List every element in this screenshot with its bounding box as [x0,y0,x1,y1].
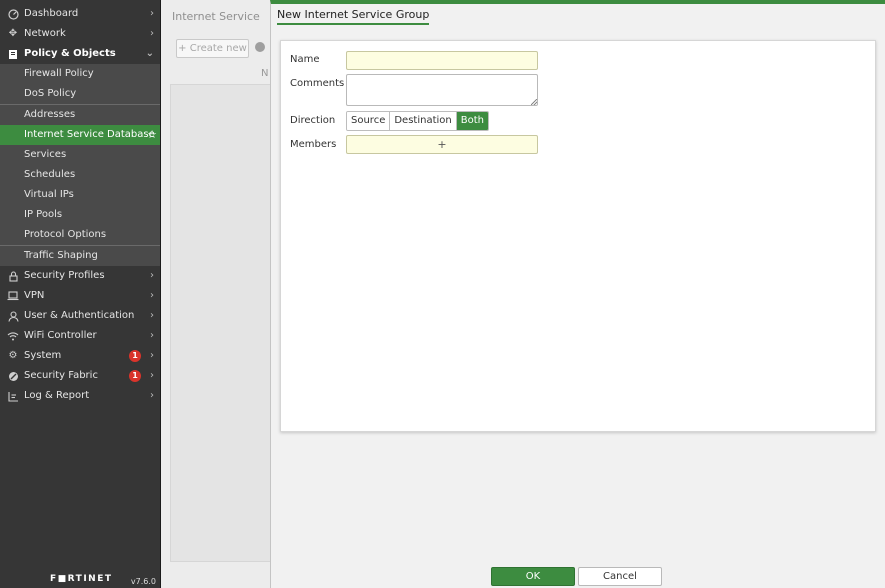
policy-icon [7,44,19,64]
chevron-right-icon: › [150,350,154,361]
tab-internet-service: Internet Service [172,10,260,23]
sidebar-item-label: Network [24,28,66,39]
members-label: Members [290,139,337,150]
chevron-right-icon: › [150,330,154,341]
sidebar-item-services[interactable]: Services [0,145,160,165]
wifi-icon [7,326,19,346]
sidebar-item-policy-objects[interactable]: Policy & Objects ⌄ [0,44,160,64]
chevron-right-icon: › [150,310,154,321]
sidebar-item-network[interactable]: ✥ Network › [0,24,160,44]
star-icon[interactable]: ☆ [147,125,157,145]
notification-badge: 1 [129,370,141,382]
sidebar-item-label: WiFi Controller [24,330,97,341]
sidebar-item-traffic-shaping[interactable]: Traffic Shaping [0,245,160,266]
gear-icon: ⚙ [8,350,18,361]
members-add-field[interactable]: + [346,135,538,154]
chevron-right-icon: › [150,370,154,381]
sidebar-item-label: Traffic Shaping [24,250,98,261]
direction-destination-button[interactable]: Destination [390,112,457,130]
sidebar-item-ip-pools[interactable]: IP Pools [0,205,160,225]
direction-label: Direction [290,115,336,126]
sidebar-item-label: DoS Policy [24,88,77,99]
sidebar-item-label: Security Fabric [24,370,98,381]
background-list-panel [170,84,273,562]
sidebar-item-label: Internet Service Database [24,129,155,140]
sidebar-item-label: Dashboard [24,8,79,19]
sidebar-item-label: Virtual IPs [24,189,74,200]
chevron-right-icon: › [150,270,154,281]
form-card: Name Comments Direction Source Destinati… [280,40,876,432]
sidebar-item-label: System [24,350,62,361]
sidebar-item-addresses[interactable]: Addresses [0,104,160,125]
direction-both-button[interactable]: Both [456,112,488,130]
name-field[interactable] [346,51,538,70]
fabric-icon [7,366,19,386]
network-icon: ✥ [8,28,18,39]
sidebar-item-label: Security Profiles [24,270,105,281]
sidebar-item-dashboard[interactable]: Dashboard › [0,4,160,24]
fortinet-logo: F■RTINET [50,574,113,584]
globe-icon [255,42,265,52]
chart-icon [7,386,19,406]
sidebar-item-label: Services [24,149,67,160]
direction-toggle: Source Destination Both [346,111,489,131]
sidebar-item-label: Log & Report [24,390,90,401]
sidebar-item-label: VPN [24,290,45,301]
column-header-fragment: N [261,68,269,79]
resize-grip-icon[interactable] [531,99,537,105]
version-label: v7.6.0 [130,577,156,586]
notification-badge: 1 [129,350,141,362]
sidebar-item-label: Protocol Options [24,229,107,240]
sidebar-item-label: Addresses [24,109,76,120]
laptop-icon [7,286,19,306]
chevron-right-icon: › [150,290,154,301]
direction-source-button[interactable]: Source [347,112,391,130]
cancel-button[interactable]: Cancel [578,567,662,586]
sidebar-item-label: Policy & Objects [24,48,116,59]
chevron-right-icon: › [150,28,154,39]
sidebar-item-label: IP Pools [24,209,63,220]
dashboard-icon [7,4,19,24]
comments-label: Comments [290,78,345,89]
sidebar-item-vpn[interactable]: VPN › [0,286,160,306]
sidebar-item-virtual-ips[interactable]: Virtual IPs [0,185,160,205]
comments-field[interactable] [346,74,538,106]
sidebar-footer: F■RTINET v7.6.0 [0,568,160,588]
create-new-button: + Create new [176,39,249,58]
user-icon [7,306,19,326]
sidebar-item-label: User & Authentication [24,310,135,321]
sidebar-item-security-profiles[interactable]: Security Profiles › [0,266,160,286]
lock-icon [7,266,19,286]
sidebar-item-label: Firewall Policy [24,68,94,79]
chevron-right-icon: › [150,8,154,19]
sidebar-item-dos-policy[interactable]: DoS Policy [0,84,160,104]
sidebar-nav: Dashboard › ✥ Network › Policy & Objects… [0,4,160,406]
sidebar-item-wifi-controller[interactable]: WiFi Controller › [0,326,160,346]
ok-button[interactable]: OK [491,567,575,586]
chevron-right-icon: › [150,390,154,401]
name-label: Name [290,54,320,65]
sidebar-item-log-report[interactable]: Log & Report › [0,386,160,406]
sidebar-item-protocol-options[interactable]: Protocol Options [0,225,160,245]
sidebar-item-internet-service-database[interactable]: Internet Service Database ☆ [0,125,160,145]
sidebar: Dashboard › ✥ Network › Policy & Objects… [0,0,161,588]
sidebar-item-label: Schedules [24,169,76,180]
sidebar-item-system[interactable]: ⚙ System 1 › [0,346,160,366]
dialog-title: New Internet Service Group [277,8,430,25]
sidebar-item-schedules[interactable]: Schedules [0,165,160,185]
sidebar-item-firewall-policy[interactable]: Firewall Policy [0,64,160,84]
new-internet-service-group-dialog: New Internet Service Group Name Comments… [270,0,885,588]
chevron-down-icon: ⌄ [145,48,154,59]
sidebar-item-user-authentication[interactable]: User & Authentication › [0,306,160,326]
sidebar-item-security-fabric[interactable]: Security Fabric 1 › [0,366,160,386]
